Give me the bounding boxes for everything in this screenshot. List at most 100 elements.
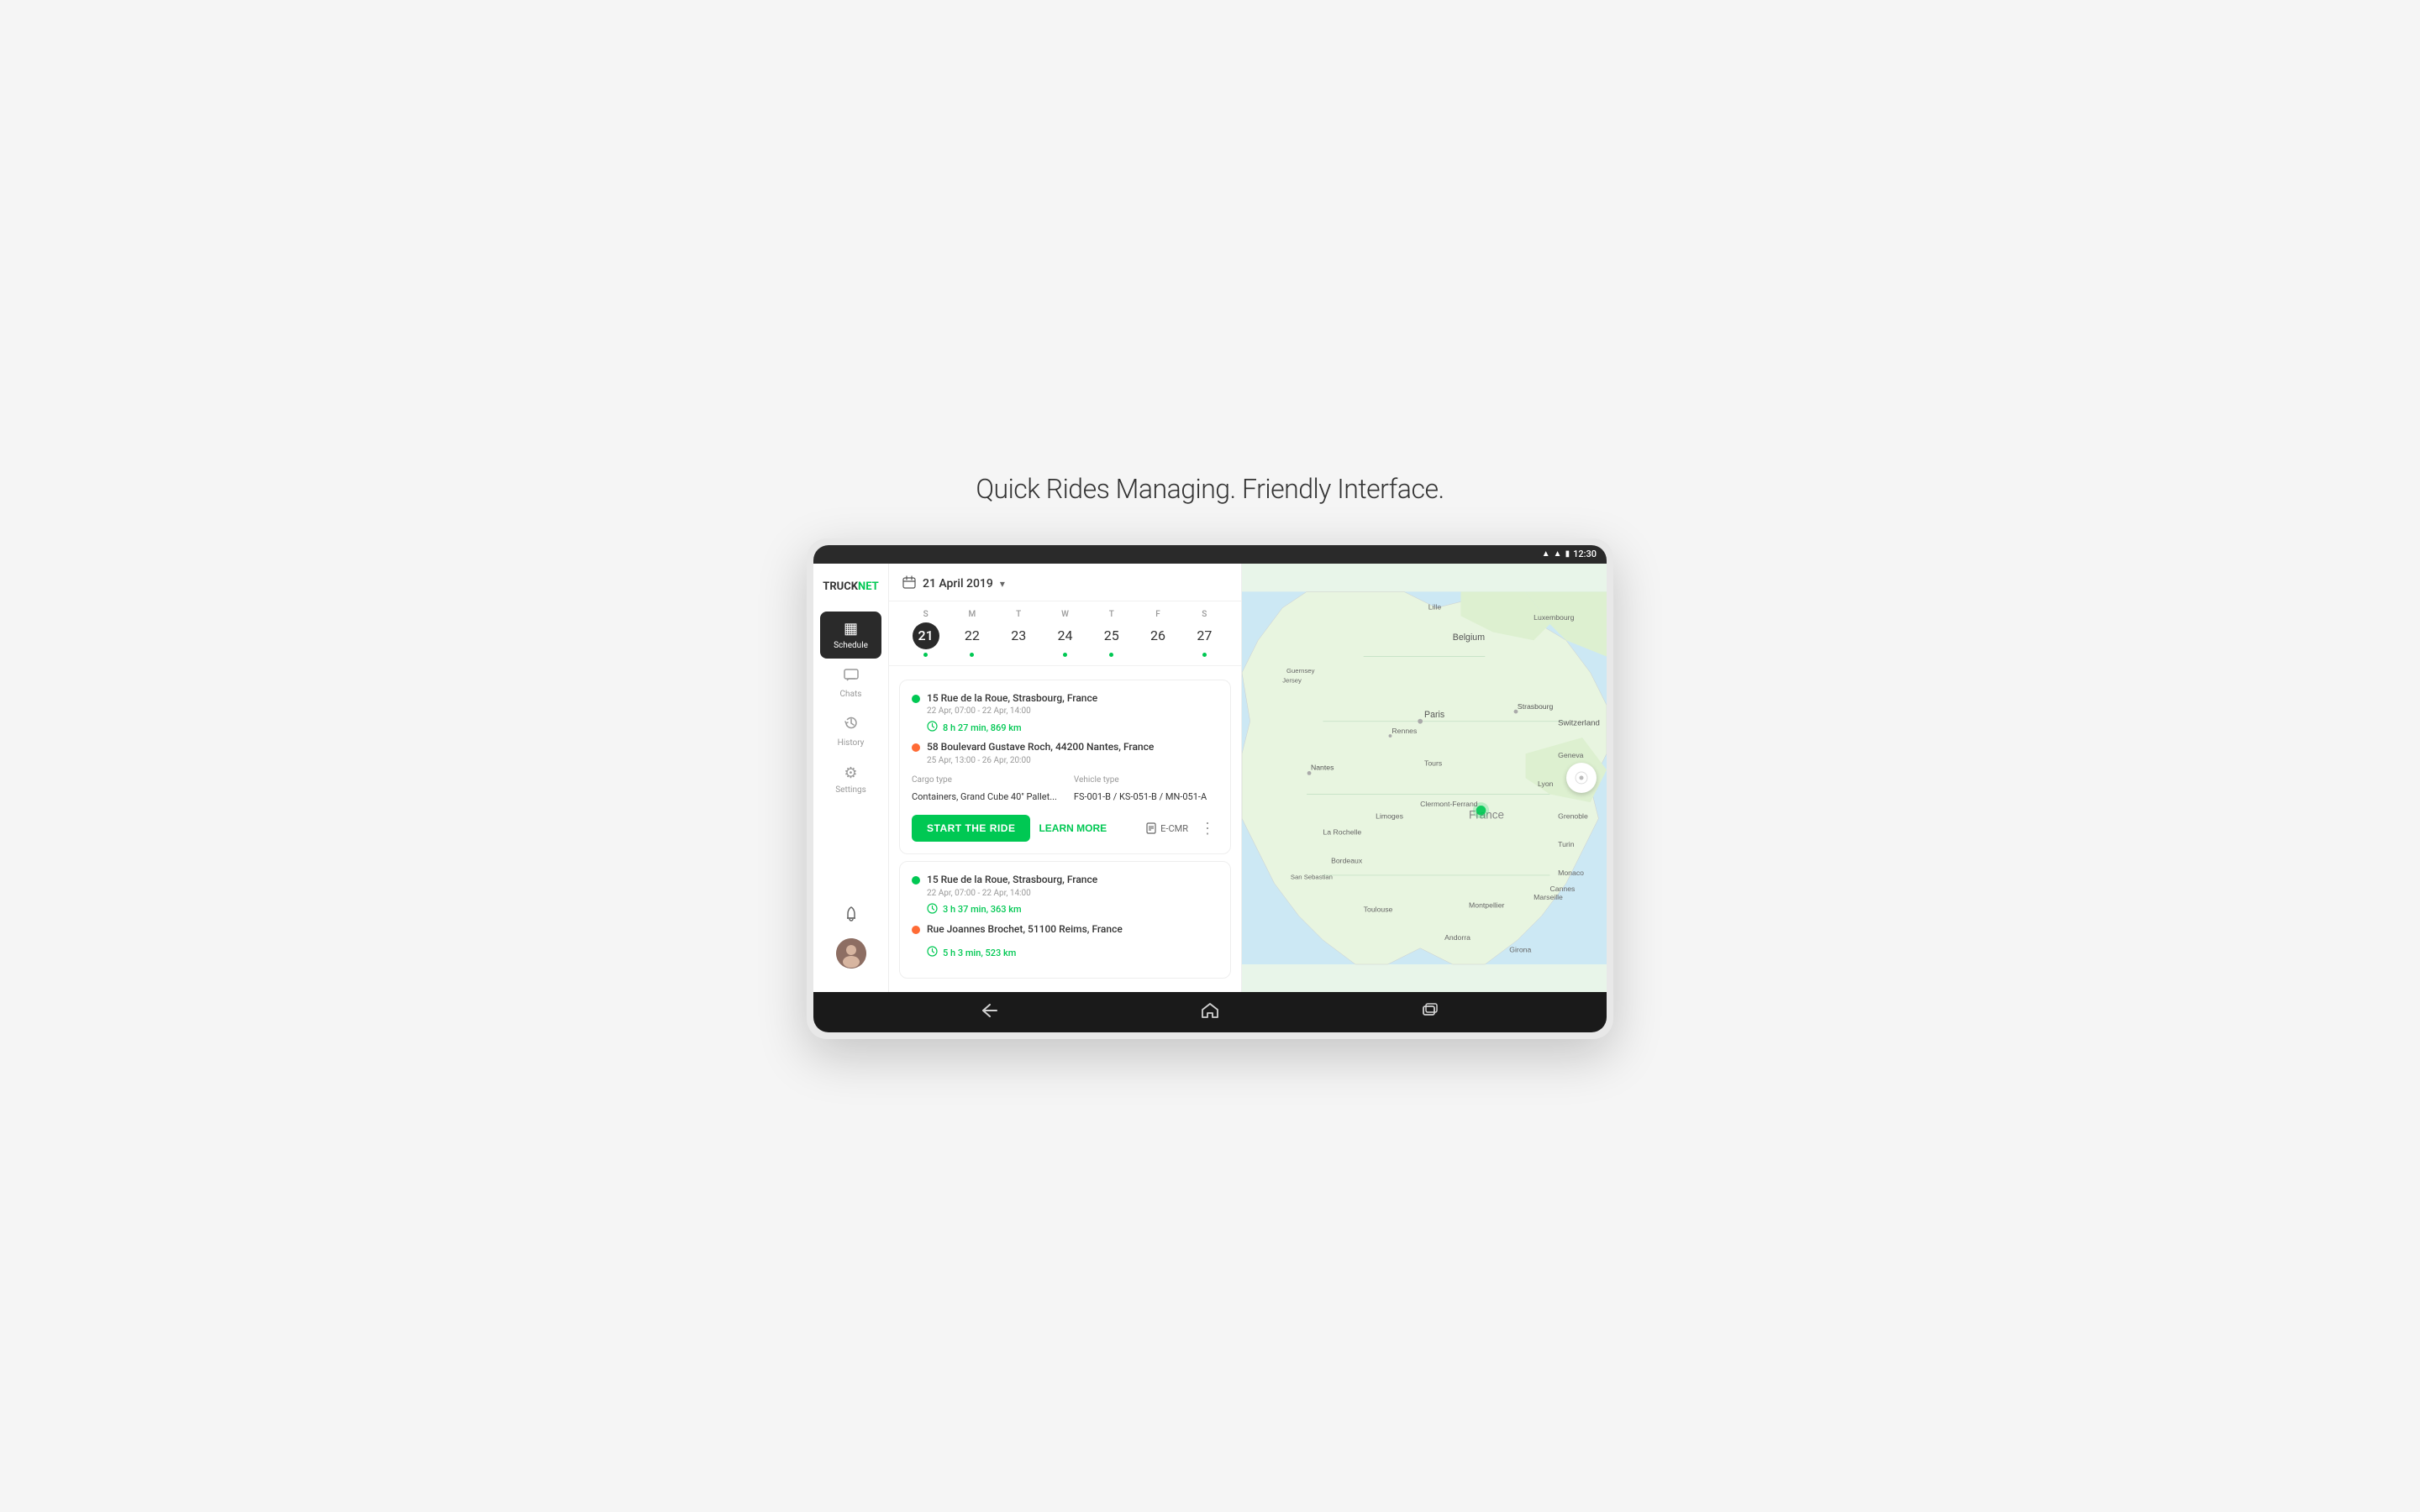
day-letter-2: T xyxy=(1016,610,1021,619)
wifi-icon: ▲ xyxy=(1542,549,1550,559)
schedule-icon: ▦ xyxy=(844,620,858,638)
ride-1-duration: 8 h 27 min, 869 km xyxy=(927,721,1218,734)
day-letter-1: M xyxy=(969,610,976,619)
sidebar-item-schedule[interactable]: ▦ Schedule xyxy=(820,612,881,659)
day-number-5: 26 xyxy=(1144,622,1171,649)
status-time: 12:30 xyxy=(1573,549,1597,559)
ecmr-button[interactable]: E-CMR xyxy=(1145,822,1188,834)
start-ride-button[interactable]: START THE RIDE xyxy=(912,815,1030,842)
ride-card-2: 15 Rue de la Roue, Strasbourg, France 22… xyxy=(899,861,1231,979)
date-dropdown[interactable]: ▾ xyxy=(1000,578,1005,590)
day-item-2[interactable]: T 23 xyxy=(1005,610,1032,657)
avatar[interactable] xyxy=(836,938,866,969)
svg-text:Turin: Turin xyxy=(1558,840,1575,848)
calendar-icon xyxy=(902,575,916,592)
status-icons: ▲ ▲ ▮ 12:30 xyxy=(1542,549,1597,559)
map-scroll-button[interactable] xyxy=(1566,763,1597,793)
nav-bar xyxy=(813,992,1607,1032)
ride-1-origin: 15 Rue de la Roue, Strasbourg, France 22… xyxy=(912,692,1218,717)
svg-text:Nantes: Nantes xyxy=(1311,763,1334,771)
day-number-0: 21 xyxy=(913,622,939,649)
day-letter-6: S xyxy=(1202,610,1207,619)
date-header: 21 April 2019 ▾ xyxy=(889,564,1241,601)
more-options-button[interactable]: ⋮ xyxy=(1197,820,1218,837)
cargo-type-label: Cargo type xyxy=(912,775,1057,785)
day-item-6[interactable]: S 27 xyxy=(1191,610,1218,657)
notification-button[interactable] xyxy=(843,906,860,928)
ride-2-origin-time: 22 Apr, 07:00 - 22 Apr, 14:00 xyxy=(927,889,1097,898)
history-icon xyxy=(844,716,859,735)
day-number-2: 23 xyxy=(1005,622,1032,649)
sidebar-bottom xyxy=(836,906,866,979)
schedule-label: Schedule xyxy=(834,641,868,650)
ride-1-dest-time: 25 Apr, 13:00 - 26 Apr, 20:00 xyxy=(927,756,1154,765)
dest-dot-1 xyxy=(912,743,920,752)
svg-text:Belgium: Belgium xyxy=(1453,633,1485,643)
day-letter-5: F xyxy=(1155,610,1160,619)
home-button[interactable] xyxy=(1201,1002,1219,1023)
svg-text:Grenoble: Grenoble xyxy=(1558,811,1588,820)
cargo-type-value: Containers, Grand Cube 40" Pallet... xyxy=(912,791,1057,802)
svg-text:Rennes: Rennes xyxy=(1392,727,1418,735)
svg-text:La Rochelle: La Rochelle xyxy=(1323,828,1361,837)
day-dot-4 xyxy=(1109,653,1113,657)
signal-icon: ▲ xyxy=(1554,549,1562,559)
ride-2-duration-text: 3 h 37 min, 363 km xyxy=(943,904,1022,915)
svg-text:Strasbourg: Strasbourg xyxy=(1518,702,1554,711)
logo-text: TRUCKNET xyxy=(823,580,878,593)
ride-1-destination: 58 Boulevard Gustave Roch, 44200 Nantes,… xyxy=(912,741,1218,765)
ride-1-duration-text: 8 h 27 min, 869 km xyxy=(943,722,1022,733)
vehicle-type-label: Vehicle type xyxy=(1074,775,1207,785)
day-dot-0 xyxy=(923,653,928,657)
chats-icon xyxy=(844,669,859,686)
svg-text:San Sebastian: San Sebastian xyxy=(1291,874,1333,881)
ride-2-dest-address: Rue Joannes Brochet, 51100 Reims, France xyxy=(927,923,1123,937)
tablet-inner: ▲ ▲ ▮ 12:30 TRUCKNET ▦ Schedule xyxy=(813,545,1607,1032)
day-letter-3: W xyxy=(1061,610,1069,619)
sidebar: TRUCKNET ▦ Schedule Chats xyxy=(813,564,889,992)
sidebar-item-history[interactable]: History xyxy=(813,707,888,756)
day-number-6: 27 xyxy=(1191,622,1218,649)
status-bar: ▲ ▲ ▮ 12:30 xyxy=(813,545,1607,564)
vehicle-type-col: Vehicle type FS-001-B / KS-051-B / MN-05… xyxy=(1074,775,1207,803)
sidebar-item-chats[interactable]: Chats xyxy=(813,660,888,707)
ride-2-origin: 15 Rue de la Roue, Strasbourg, France 22… xyxy=(912,874,1218,898)
ride-1-actions: START THE RIDE LEARN MORE E-CMR xyxy=(912,815,1218,842)
settings-label: Settings xyxy=(835,785,866,795)
ride-1-dest-info: 58 Boulevard Gustave Roch, 44200 Nantes,… xyxy=(927,741,1154,765)
battery-icon: ▮ xyxy=(1565,549,1570,559)
day-letter-0: S xyxy=(923,610,929,619)
svg-text:Lille: Lille xyxy=(1428,602,1442,611)
day-number-4: 25 xyxy=(1098,622,1125,649)
origin-dot-2 xyxy=(912,876,920,885)
day-item-0[interactable]: S 21 xyxy=(913,610,939,657)
map-svg: Paris Strasbourg Nantes France Toulouse … xyxy=(1242,564,1607,992)
learn-more-button[interactable]: LEARN MORE xyxy=(1039,822,1107,834)
svg-text:Girona: Girona xyxy=(1509,945,1531,953)
origin-dot-1 xyxy=(912,695,920,703)
clock-icon-3 xyxy=(927,946,938,959)
svg-text:Cannes: Cannes xyxy=(1549,885,1576,893)
day-item-1[interactable]: M 22 xyxy=(959,610,986,657)
ride-2-second-duration: 5 h 3 min, 523 km xyxy=(927,946,1218,959)
day-item-5[interactable]: F 26 xyxy=(1144,610,1171,657)
date-title: 21 April 2019 xyxy=(923,577,993,591)
svg-text:Marseille: Marseille xyxy=(1534,893,1563,901)
recents-button[interactable] xyxy=(1422,1002,1439,1023)
svg-text:Montpellier: Montpellier xyxy=(1469,900,1505,909)
svg-text:Toulouse: Toulouse xyxy=(1364,905,1393,913)
ride-1-dest-address: 58 Boulevard Gustave Roch, 44200 Nantes,… xyxy=(927,741,1154,754)
sidebar-item-settings[interactable]: ⚙ Settings xyxy=(813,756,888,803)
svg-text:Geneva: Geneva xyxy=(1558,751,1584,759)
day-item-4[interactable]: T 25 xyxy=(1098,610,1125,657)
cargo-type-col: Cargo type Containers, Grand Cube 40" Pa… xyxy=(912,775,1057,803)
map-background: Paris Strasbourg Nantes France Toulouse … xyxy=(1242,564,1607,992)
ride-2-second-duration-text: 5 h 3 min, 523 km xyxy=(943,948,1016,958)
settings-icon: ⚙ xyxy=(844,764,857,782)
chats-label: Chats xyxy=(840,690,862,699)
back-button[interactable] xyxy=(981,1002,998,1022)
vehicle-type-value: FS-001-B / KS-051-B / MN-051-A xyxy=(1074,791,1207,802)
page-title: Quick Rides Managing. Friendly Interface… xyxy=(976,473,1444,505)
tablet-frame: ▲ ▲ ▮ 12:30 TRUCKNET ▦ Schedule xyxy=(807,538,1613,1039)
day-item-3[interactable]: W 24 xyxy=(1051,610,1078,657)
